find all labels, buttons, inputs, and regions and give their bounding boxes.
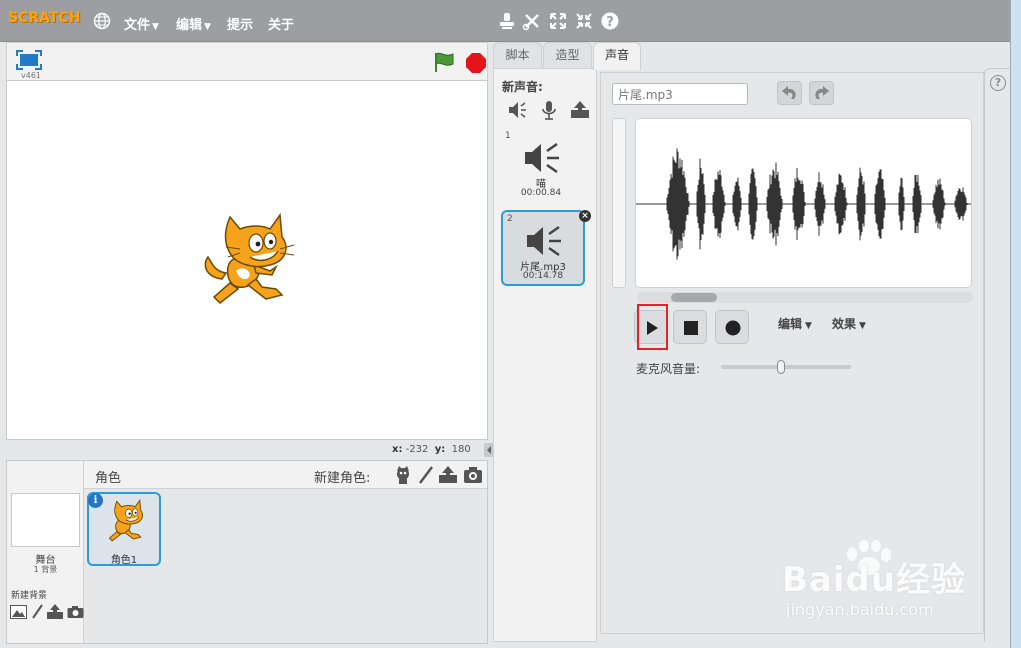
language-globe-icon[interactable] (93, 12, 111, 30)
upload-backdrop-icon[interactable] (46, 604, 64, 620)
mic-volume-slider[interactable] (721, 365, 851, 369)
sprite-name: 角色1 (110, 555, 138, 566)
mic-volume-label: 麦克风音量: (636, 362, 701, 376)
sound-library-icon[interactable] (506, 99, 528, 121)
upload-sound-icon[interactable] (569, 99, 591, 121)
effects-menu[interactable]: 效果 ▼ (832, 315, 866, 332)
editor-help-icon[interactable]: ? (990, 75, 1006, 91)
sprite-header: 角色 新建角色: (84, 461, 487, 489)
sprite-pane: 舞台 1 背景 新建背景 角色 新建角色: i 角色1 (6, 460, 488, 644)
undo-button[interactable] (777, 81, 802, 105)
cut-scissors-icon[interactable] (522, 11, 542, 31)
stop-sign-icon[interactable] (465, 52, 487, 74)
x-coordinate: -232 (405, 444, 429, 455)
menu-file[interactable]: 文件 ▼ (124, 14, 159, 33)
tab-costumes[interactable]: 造型 (543, 42, 592, 69)
new-sound-label: 新声音: (502, 80, 543, 94)
sprite-info-icon[interactable]: i (88, 493, 103, 508)
stage-thumbnail[interactable] (11, 493, 80, 547)
paint-sprite-icon[interactable] (416, 465, 436, 485)
stage-column: 舞台 1 背景 新建背景 (7, 461, 84, 643)
help-question-icon[interactable]: ? (600, 11, 620, 31)
tab-scripts[interactable]: 脚本 (493, 42, 542, 69)
sprite-tile[interactable]: i 角色1 (87, 492, 161, 566)
paint-brush-icon[interactable] (30, 604, 44, 620)
stage-header: v461 (6, 42, 488, 80)
camera-sprite-icon[interactable] (463, 465, 483, 485)
record-microphone-icon[interactable] (538, 99, 560, 121)
y-coordinate: 180 (451, 444, 471, 455)
version-label: v461 (21, 71, 42, 80)
stop-square-icon (684, 321, 698, 335)
shrink-icon[interactable] (574, 11, 594, 31)
edit-menu[interactable]: 编辑 ▼ (778, 315, 812, 332)
upload-sprite-icon[interactable] (438, 465, 458, 485)
waveform-display[interactable] (635, 118, 972, 288)
tab-sounds[interactable]: 声音 (593, 42, 641, 70)
backdrop-count: 1 背景 (33, 565, 58, 574)
new-sprite-label: 新建角色: (314, 471, 371, 486)
duplicate-stamp-icon[interactable] (497, 11, 517, 31)
backdrop-tools (10, 604, 84, 622)
fullscreen-icon[interactable] (16, 50, 42, 70)
record-dot-icon (725, 320, 741, 336)
delete-sound-icon[interactable]: × (579, 210, 591, 222)
backdrop-library-icon[interactable] (10, 605, 27, 619)
green-flag-icon[interactable] (433, 51, 455, 73)
stage-canvas[interactable] (6, 80, 488, 440)
menu-about[interactable]: 关于 (268, 14, 294, 33)
menu-tips[interactable]: 提示 (227, 14, 253, 33)
undo-icon (782, 86, 796, 99)
menu-bar: SCRATCH 文件 ▼ 编辑 ▼ 提示 关于 ? (0, 0, 1010, 42)
scratch-logo[interactable]: SCRATCH (8, 10, 80, 26)
watermark-brand: Baidu经验 (782, 560, 967, 600)
sound-duration: 00:00.84 (520, 188, 562, 198)
new-backdrop-label: 新建背景 (11, 591, 48, 601)
sound-tile[interactable]: 1 喵 00:00.84 (501, 129, 585, 205)
play-button-highlight (637, 304, 668, 350)
grow-icon[interactable] (548, 11, 568, 31)
svg-text:?: ? (606, 15, 614, 30)
cat-sprite-thumbnail (108, 499, 143, 542)
window-edge (1010, 0, 1021, 648)
sound-index: 2 (507, 214, 513, 224)
help-panel: ? (984, 68, 1010, 642)
speaker-icon (525, 142, 559, 174)
mouse-coordinates: x: -232 y: 180 (392, 444, 471, 455)
speaker-icon (527, 225, 561, 257)
redo-button[interactable] (809, 81, 834, 105)
watermark: Baidu经验 jingyan.baidu.com (782, 540, 982, 630)
sound-index: 1 (505, 131, 511, 141)
sprites-title: 角色 (95, 471, 122, 486)
camera-backdrop-icon[interactable] (67, 605, 84, 619)
cat-sprite[interactable] (200, 207, 300, 317)
mic-volume-knob[interactable] (776, 360, 785, 374)
waveform-graphic (636, 148, 971, 260)
redo-icon (815, 86, 829, 99)
sound-name-input[interactable] (612, 83, 748, 105)
waveform-scroll-thumb[interactable] (670, 293, 717, 302)
sound-tile-selected[interactable]: 2 × 片尾.mp3 00:14.78 (501, 210, 591, 286)
menu-edit[interactable]: 编辑 ▼ (176, 14, 211, 33)
sound-list: 新声音: 1 喵 00:00.84 2 × 片尾.mp3 00:14.78 (493, 68, 597, 642)
record-button[interactable] (715, 310, 749, 344)
waveform-zoom-strip (612, 118, 626, 288)
sound-duration: 00:14.78 (522, 271, 564, 281)
stop-button[interactable] (673, 310, 707, 344)
watermark-url: jingyan.baidu.com (786, 600, 934, 619)
waveform-scrollbar[interactable] (637, 292, 973, 303)
sprite-library-icon[interactable] (393, 465, 413, 485)
